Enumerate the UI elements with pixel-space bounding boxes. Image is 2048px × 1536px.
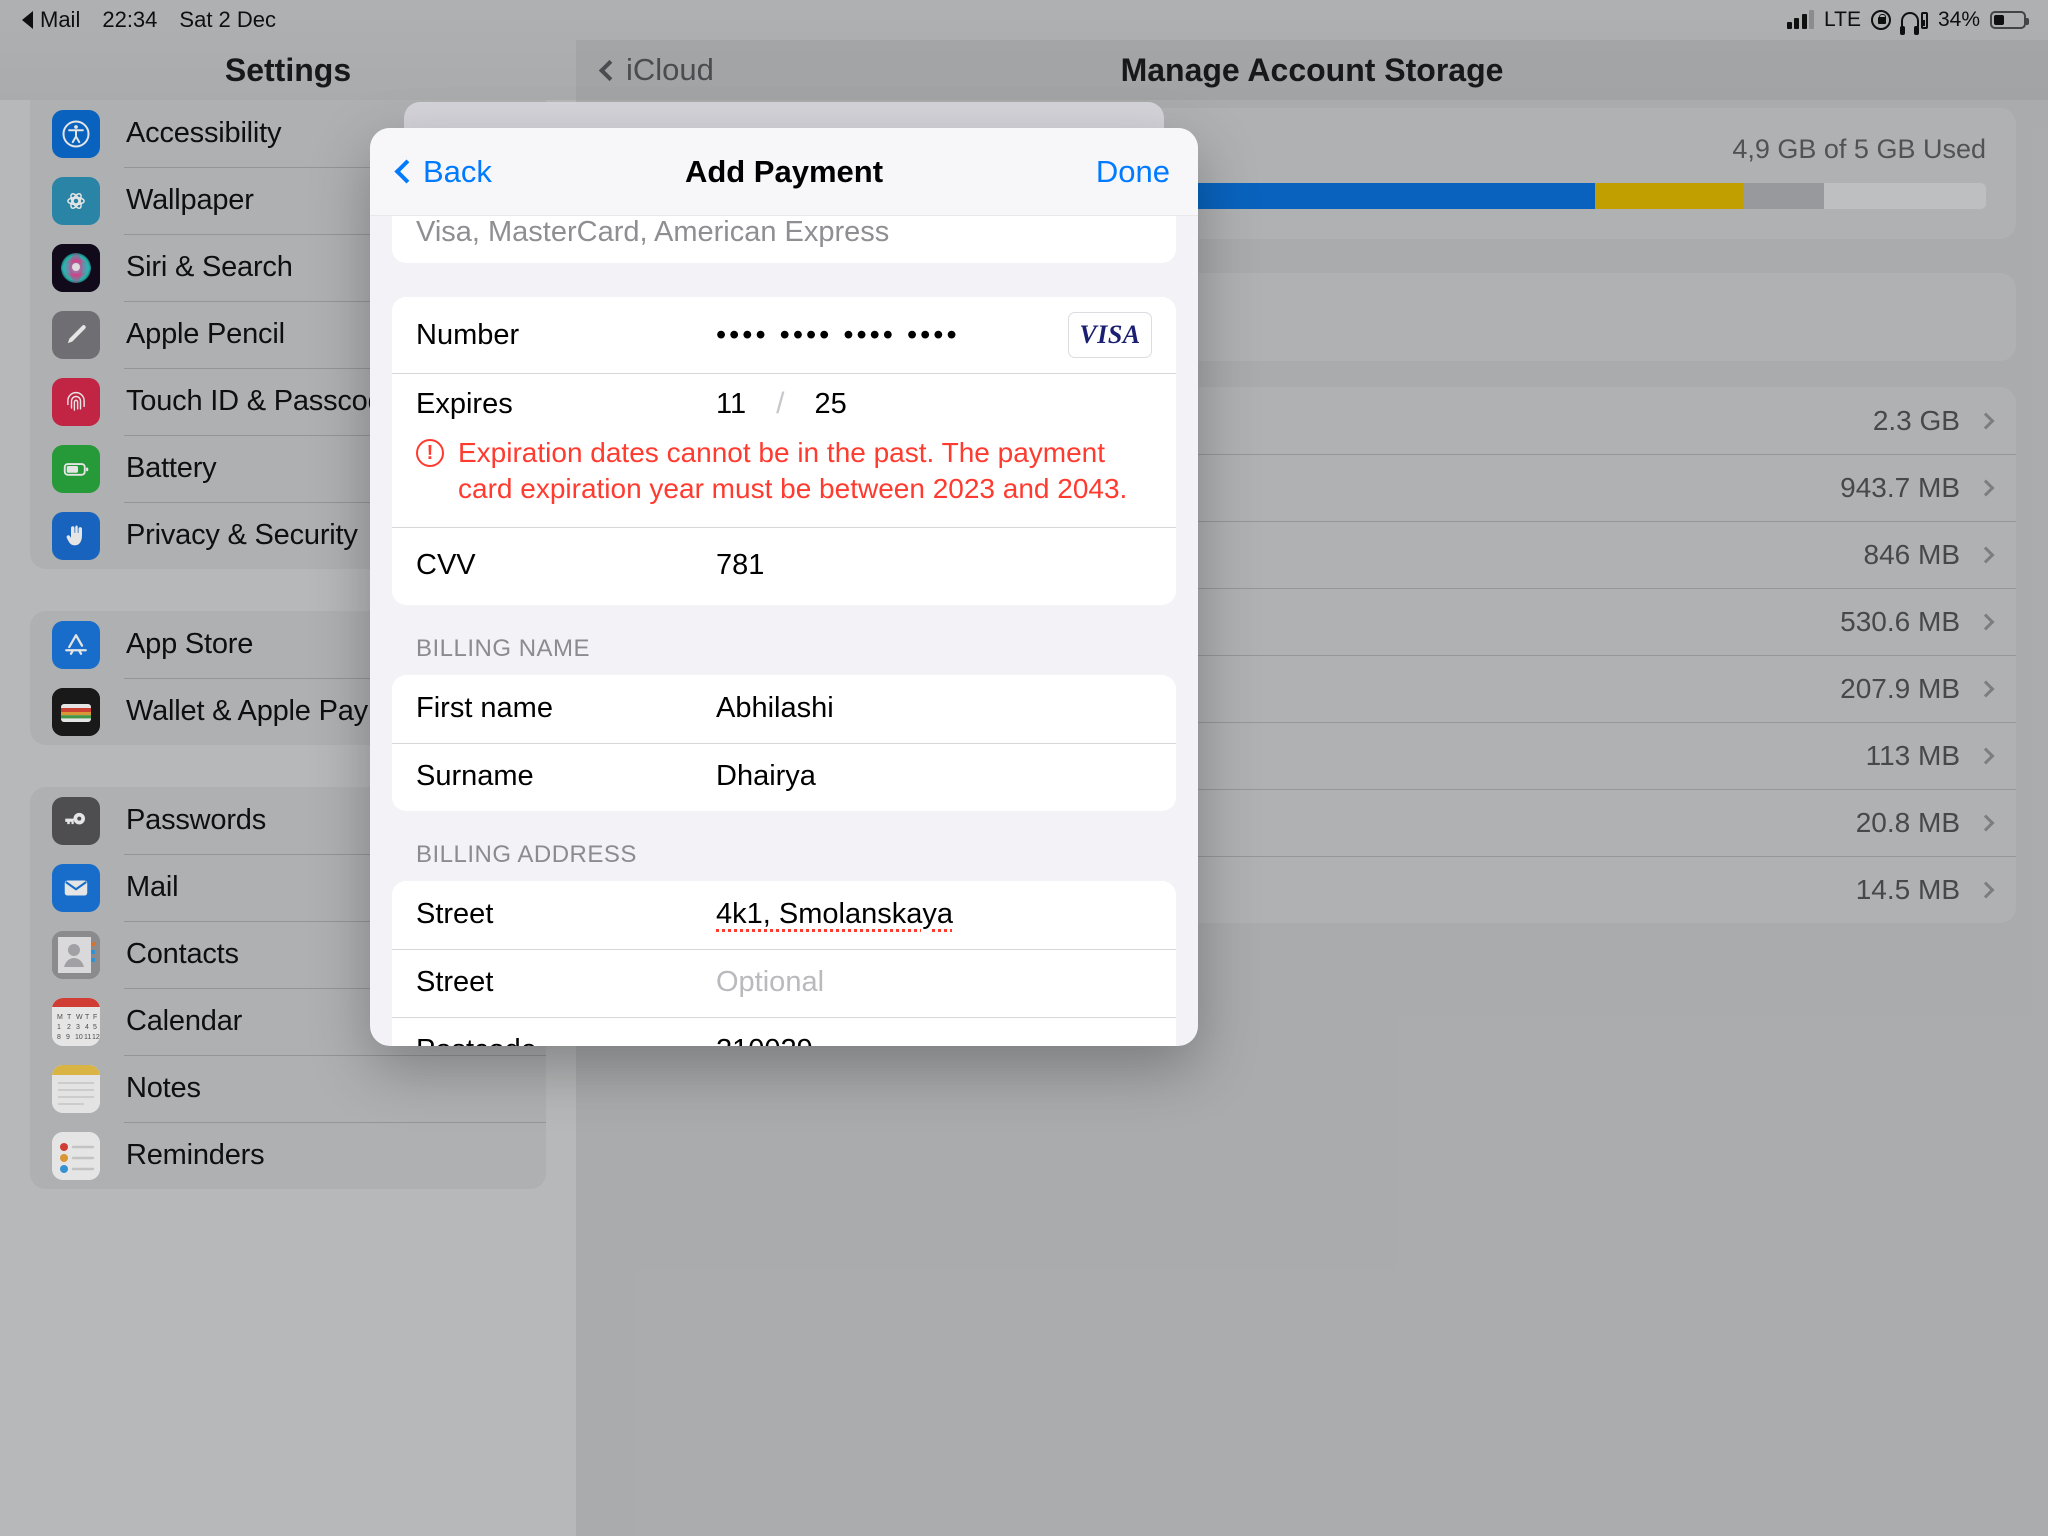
card-expires-year[interactable]: 25: [814, 388, 846, 421]
billing-name-group: First name Abhilashi Surname Dhairya: [392, 674, 1176, 811]
first-name-row[interactable]: First name Abhilashi: [392, 675, 1176, 743]
billing-address-group: Street 4k1, Smolanskaya Street Optional …: [392, 880, 1176, 1046]
card-cvv-row[interactable]: CVV 781: [392, 526, 1176, 605]
street-2-row[interactable]: Street Optional: [392, 948, 1176, 1017]
card-expiry-error: ! Expiration dates cannot be in the past…: [392, 435, 1176, 527]
first-name-label: First name: [416, 692, 553, 725]
surname-value: Dhairya: [716, 760, 816, 793]
card-number-label: Number: [416, 318, 520, 351]
card-expiry-error-text: Expiration dates cannot be in the past. …: [458, 437, 1128, 504]
street-1-value: 4k1, Smolanskaya: [716, 898, 953, 931]
card-expires-label: Expires: [416, 387, 513, 420]
card-number-row[interactable]: Number •••• •••• •••• •••• VISA: [392, 297, 1176, 373]
postcode-value: 210029: [716, 1034, 813, 1046]
chevron-left-icon: [394, 159, 419, 184]
card-types-hint: Visa, MasterCard, American Express: [416, 216, 890, 248]
billing-name-header: BILLING NAME: [416, 634, 591, 662]
card-details-group: Number •••• •••• •••• •••• VISA Expires …: [392, 297, 1176, 605]
card-cvv-label: CVV: [416, 549, 476, 582]
modal-done-button[interactable]: Done: [1096, 154, 1170, 190]
add-payment-modal: Back Add Payment Done Visa, MasterCard, …: [370, 128, 1198, 1046]
billing-address-header: BILLING ADDRESS: [416, 840, 637, 868]
street-1-row[interactable]: Street 4k1, Smolanskaya: [392, 881, 1176, 949]
modal-scroll-area[interactable]: Visa, MasterCard, American Express Numbe…: [370, 216, 1198, 1046]
card-cvv-value: 781: [716, 549, 765, 582]
surname-label: Surname: [416, 760, 534, 793]
card-expires-row[interactable]: Expires 11 / 25: [392, 373, 1176, 435]
modal-back-button[interactable]: Back: [394, 153, 492, 190]
postcode-row[interactable]: Postcode 210029: [392, 1016, 1176, 1046]
street-1-label: Street: [416, 898, 494, 931]
visa-brand-icon: VISA: [1068, 312, 1152, 358]
street-2-label: Street: [416, 966, 494, 999]
card-number-value: •••• •••• •••• ••••: [716, 318, 960, 351]
first-name-value: Abhilashi: [716, 692, 834, 725]
street-2-placeholder: Optional: [716, 966, 825, 999]
postcode-label: Postcode: [416, 1034, 716, 1046]
modal-nav-bar: Back Add Payment Done: [370, 128, 1198, 216]
card-types-group: Visa, MasterCard, American Express: [392, 216, 1176, 263]
surname-row[interactable]: Surname Dhairya: [392, 742, 1176, 811]
card-expiry-block: Expires 11 / 25 ! Expiration dates canno…: [392, 373, 1176, 527]
expires-separator: /: [776, 387, 785, 420]
error-exclamation-icon: !: [416, 439, 444, 467]
card-expires-month[interactable]: 11: [716, 388, 746, 421]
modal-back-label: Back: [423, 153, 492, 189]
modal-title: Add Payment: [684, 153, 884, 189]
